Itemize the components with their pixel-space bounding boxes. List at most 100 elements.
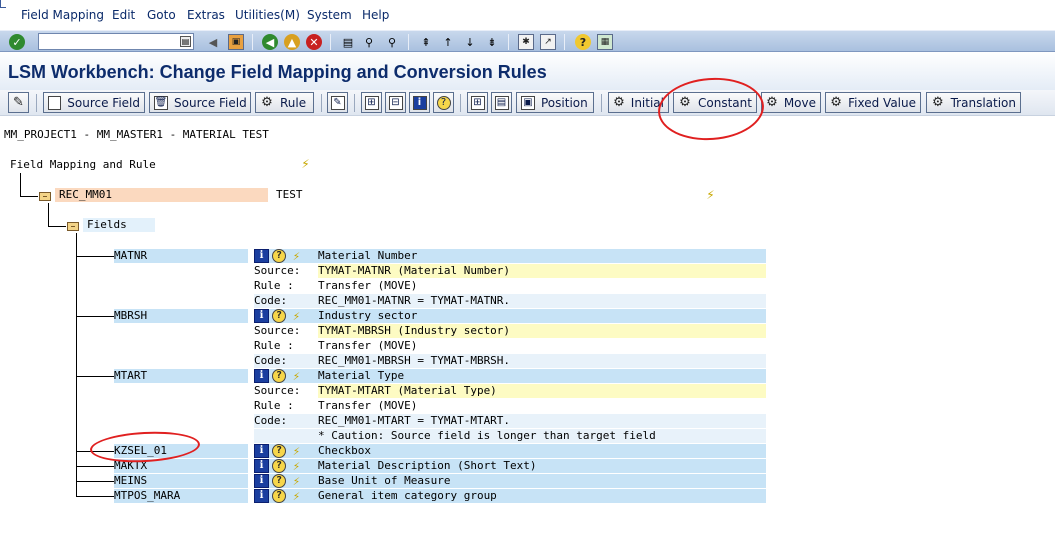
field-description-row: i? ⚡ Material Description (Short Text) (254, 459, 766, 473)
exit-icon[interactable]: ▲ (284, 34, 300, 50)
help-icon[interactable]: ? (272, 444, 286, 458)
code-value[interactable]: REC_MM01-MBRSH = TYMAT-MBRSH. (318, 354, 510, 368)
source-value[interactable]: TYMAT-MTART (Material Type) (318, 384, 766, 398)
expand-button[interactable]: ⊞ (361, 92, 382, 113)
first-page-icon[interactable]: ⇞ (418, 34, 434, 50)
menu-field-mapping[interactable]: Field Mapping (21, 8, 104, 22)
new-session-icon[interactable]: ✱ (518, 34, 534, 50)
save-icon[interactable]: ▣ (228, 34, 244, 50)
tree-root-label[interactable]: Field Mapping and Rule (10, 158, 156, 171)
toolbar-separator (508, 34, 509, 50)
wand-icon[interactable]: ⚡ (298, 157, 314, 171)
wand-icon[interactable]: ⚡ (289, 309, 304, 323)
menu-goto[interactable]: Goto (147, 8, 176, 22)
help-icon[interactable]: ? (272, 459, 286, 473)
field-matnr[interactable]: MATNR (114, 249, 248, 263)
info-button[interactable]: i (409, 92, 430, 113)
field-mbrsh[interactable]: MBRSH (114, 309, 248, 323)
field-description-row: i? ⚡ Checkbox (254, 444, 766, 458)
collapse-icon[interactable]: ◀ (205, 34, 221, 50)
layout-icon[interactable]: ▦ (597, 34, 613, 50)
wand-icon[interactable]: ⚡ (289, 489, 304, 503)
create-source-field-button[interactable]: Source Field (43, 92, 145, 113)
collapse-button[interactable]: ⊟ (385, 92, 406, 113)
wand-icon[interactable]: ⚡ (289, 474, 304, 488)
move-button[interactable]: ⚙ Move (761, 92, 821, 113)
field-description-row: i? ⚡ Material Number (254, 249, 766, 263)
enter-icon[interactable]: ✓ (9, 34, 25, 50)
find-icon[interactable]: ⚲ (361, 34, 377, 50)
menu-extras[interactable]: Extras (187, 8, 225, 22)
next-page-icon[interactable]: ↓ (462, 34, 478, 50)
menu-edit[interactable]: Edit (112, 8, 135, 22)
field-mtart[interactable]: MTART (114, 369, 248, 383)
print-icon[interactable]: ▤ (340, 34, 356, 50)
help-icon[interactable]: ? (272, 474, 286, 488)
help-icon[interactable]: ? (575, 34, 591, 50)
trash-icon: 🗑 (154, 95, 168, 110)
command-history-icon[interactable]: ▤ (180, 36, 191, 47)
folder-icon[interactable] (67, 222, 79, 231)
help-icon[interactable]: ? (272, 489, 286, 503)
wand-icon[interactable]: ⚡ (289, 369, 304, 383)
info-icon[interactable]: i (254, 444, 269, 458)
menu-bar: Field Mapping Edit Goto Extras Utilities… (0, 0, 1055, 30)
wand-icon[interactable]: ⚡ (289, 444, 304, 458)
rule-value[interactable]: Transfer (MOVE) (318, 399, 417, 413)
menu-utilities[interactable]: Utilities(M) (235, 8, 300, 22)
source-value[interactable]: TYMAT-MBRSH (Industry sector) (318, 324, 766, 338)
edit-button[interactable]: ✎ (327, 92, 348, 113)
shortcut-icon[interactable]: ↗ (540, 34, 556, 50)
info-icon[interactable]: i (254, 489, 269, 503)
field-description: Material Description (Short Text) (318, 459, 537, 472)
info-icon[interactable]: i (254, 309, 269, 323)
find-next-icon[interactable]: ⚲ (384, 34, 400, 50)
rule-label: Rule : (254, 279, 294, 292)
position-button[interactable]: ▣ Position (516, 92, 594, 113)
rule-value[interactable]: Transfer (MOVE) (318, 279, 417, 293)
move-label: Move (783, 95, 816, 110)
code-value[interactable]: REC_MM01-MATNR = TYMAT-MATNR. (318, 294, 510, 308)
layout-icon: ⊞ (470, 95, 485, 110)
rule-button[interactable]: ⚙ Rule (255, 92, 314, 113)
info-icon[interactable]: i (254, 249, 269, 263)
field-mtpos-mara[interactable]: MTPOS_MARA (114, 489, 248, 503)
help-icon[interactable]: ? (272, 249, 286, 263)
back-icon[interactable]: ◀ (262, 34, 278, 50)
info-icon[interactable]: i (254, 459, 269, 473)
command-field[interactable]: ▤ (38, 33, 194, 50)
toolbar-separator (564, 34, 565, 50)
menu-help[interactable]: Help (362, 8, 389, 22)
rule-row: Rule : Transfer (MOVE) (254, 399, 766, 413)
code-value[interactable]: REC_MM01-MTART = TYMAT-MTART. (318, 414, 510, 428)
translation-button[interactable]: ⚙ Translation (926, 92, 1021, 113)
help-icon[interactable]: ? (272, 369, 286, 383)
cancel-icon[interactable]: ✕ (306, 34, 322, 50)
delete-source-field-button[interactable]: 🗑 Source Field (149, 92, 251, 113)
help-button[interactable]: ? (433, 92, 454, 113)
field-meins[interactable]: MEINS (114, 474, 248, 488)
rule-icon: ⚙ (931, 95, 944, 110)
info-icon[interactable]: i (254, 369, 269, 383)
wand-icon[interactable]: ⚡ (703, 188, 719, 202)
prev-page-icon[interactable]: ↑ (440, 34, 456, 50)
wand-icon[interactable]: ⚡ (289, 249, 304, 263)
help-icon[interactable]: ? (272, 309, 286, 323)
menu-system[interactable]: System (307, 8, 352, 22)
display-variant-button[interactable]: ▤ (491, 92, 512, 113)
translation-label: Translation (950, 95, 1016, 110)
wand-icon[interactable]: ⚡ (289, 459, 304, 473)
info-icon[interactable]: i (254, 474, 269, 488)
fixed-value-button[interactable]: ⚙ Fixed Value (825, 92, 921, 113)
folder-icon[interactable] (39, 192, 51, 201)
source-value[interactable]: TYMAT-MATNR (Material Number) (318, 264, 766, 278)
rule-value[interactable]: Transfer (MOVE) (318, 339, 417, 353)
variant-icon: ▤ (494, 95, 509, 110)
structure-name[interactable]: REC_MM01 (55, 188, 268, 202)
field-description-row: i? ⚡ Base Unit of Measure (254, 474, 766, 488)
layout-button[interactable]: ⊞ (467, 92, 488, 113)
fields-node[interactable]: Fields (83, 218, 155, 232)
code-label: Code: (254, 354, 288, 367)
last-page-icon[interactable]: ⇟ (484, 34, 500, 50)
change-display-button[interactable]: ✎ (8, 92, 29, 113)
